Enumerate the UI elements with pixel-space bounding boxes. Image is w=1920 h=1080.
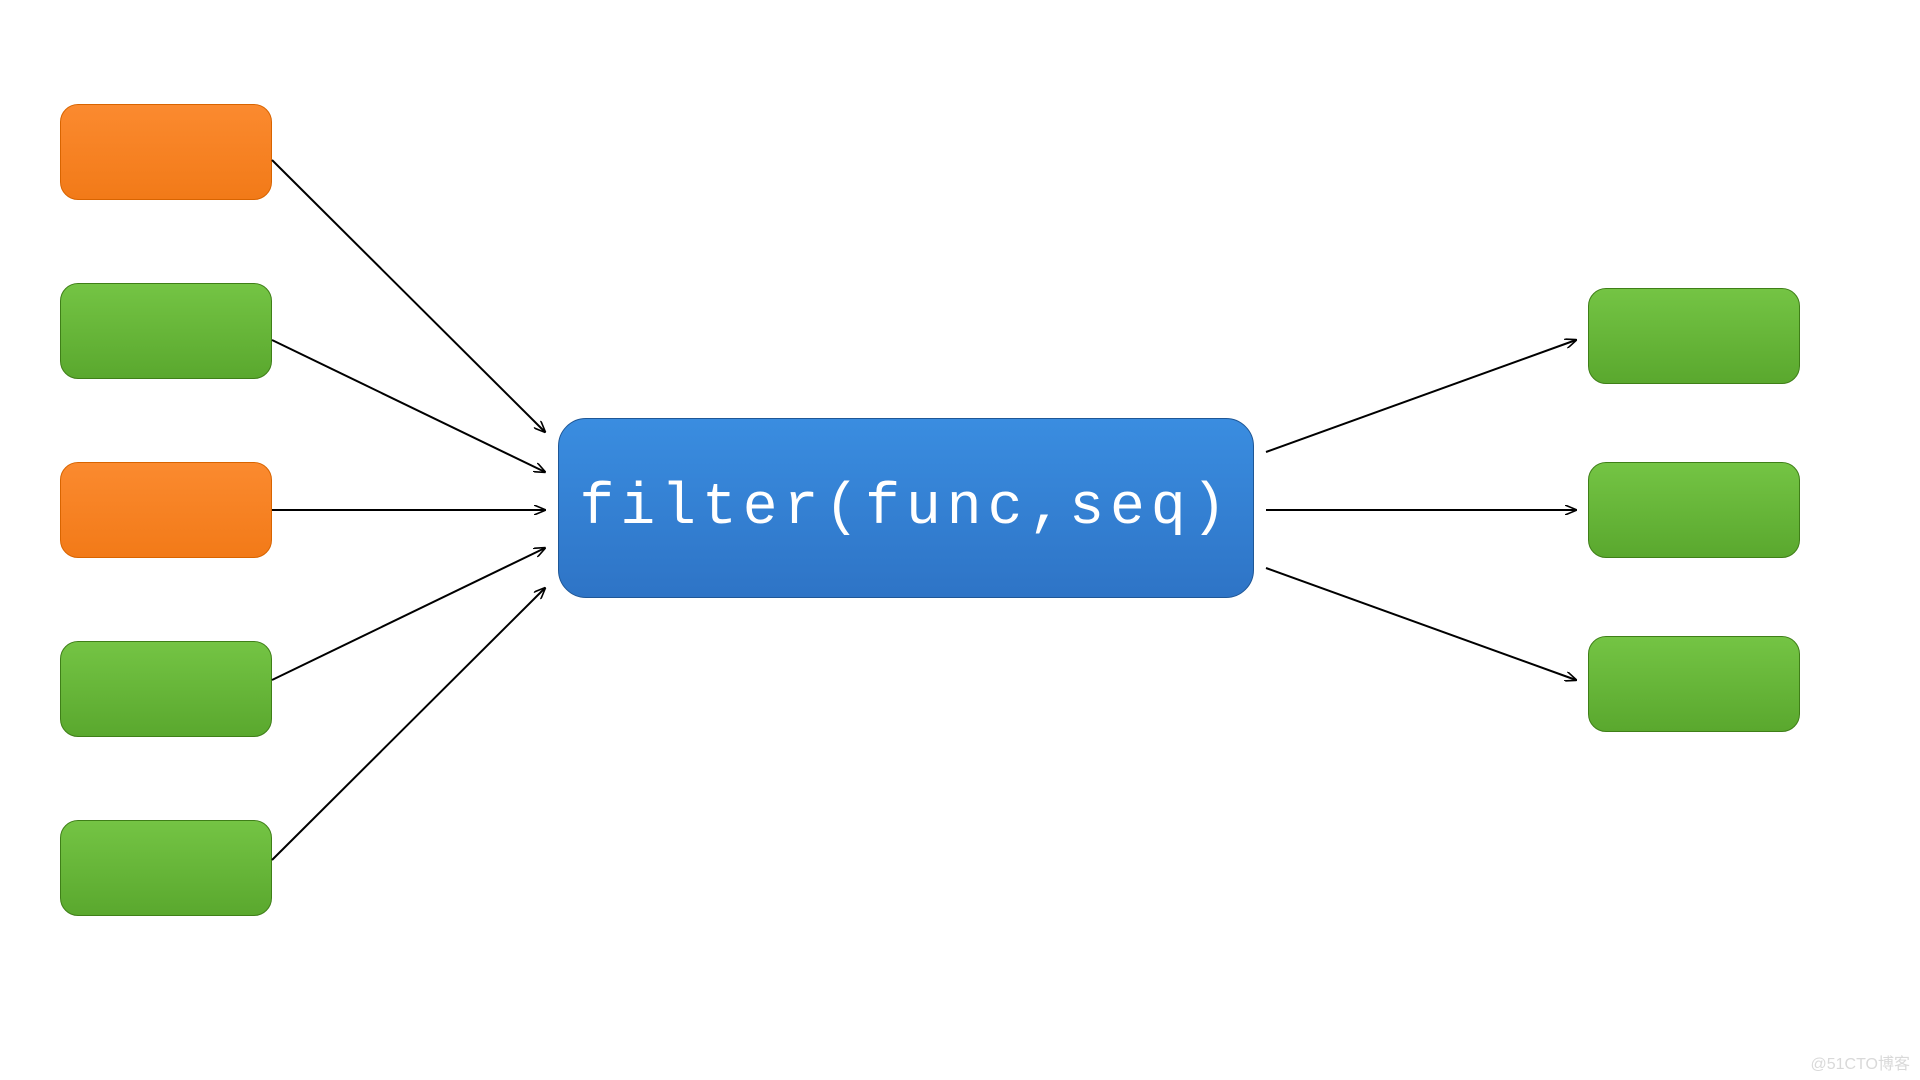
arrow-out-1	[1266, 340, 1576, 452]
watermark: @51CTO博客	[1810, 1050, 1910, 1074]
input-box-5	[60, 820, 272, 916]
input-box-4	[60, 641, 272, 737]
input-box-3	[60, 462, 272, 558]
arrow-in-2	[272, 340, 545, 472]
output-box-3	[1588, 636, 1800, 732]
arrow-in-1	[272, 160, 545, 432]
arrow-out-3	[1266, 568, 1576, 680]
input-box-2	[60, 283, 272, 379]
arrow-in-5	[272, 588, 545, 860]
input-box-1	[60, 104, 272, 200]
output-box-2	[1588, 462, 1800, 558]
filter-node-label: filter(func,seq)	[580, 476, 1233, 541]
filter-node: filter(func,seq)	[558, 418, 1254, 598]
output-box-1	[1588, 288, 1800, 384]
arrow-in-4	[272, 548, 545, 680]
